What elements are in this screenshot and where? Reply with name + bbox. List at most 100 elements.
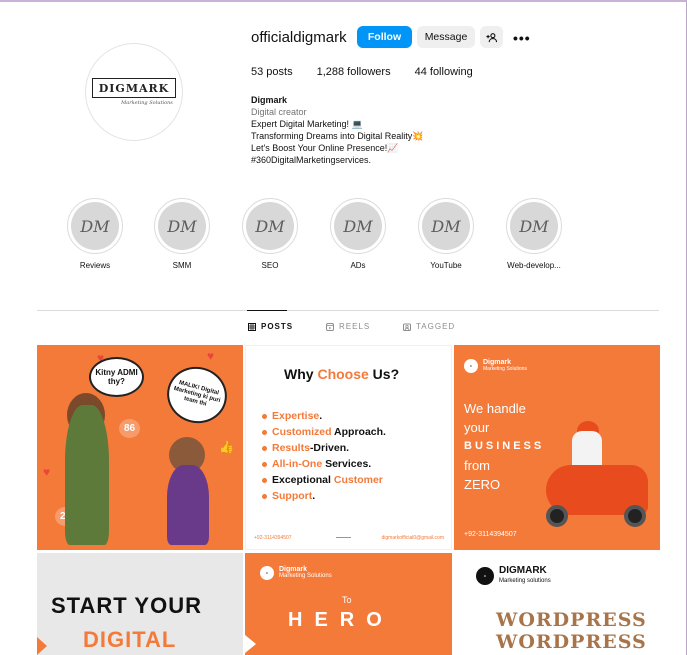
brand-text: DIGMARK Marketing solutions bbox=[499, 566, 551, 586]
brand-logo: D bbox=[260, 566, 274, 580]
post-tile[interactable]: Why Choose Us? Expertise. Customized App… bbox=[245, 345, 452, 550]
follow-button[interactable]: Follow bbox=[357, 26, 412, 48]
post-tile[interactable]: D DIGMARK Marketing solutions WORDPRESS W… bbox=[454, 553, 660, 655]
brand-name: Digmark bbox=[483, 359, 512, 366]
brand-logo: D bbox=[464, 359, 478, 373]
post-headline: START YOUR bbox=[51, 593, 202, 618]
post-subtext: To bbox=[342, 595, 352, 605]
brand-text: Digmark Marketing Solutions bbox=[483, 359, 527, 373]
highlight-mark: DM bbox=[158, 202, 206, 250]
highlight-mark: DM bbox=[71, 202, 119, 250]
footer-divider bbox=[336, 537, 351, 538]
post-tile[interactable]: START YOUR DIGITAL bbox=[37, 553, 243, 655]
item-highlight: All-in-One bbox=[272, 458, 323, 470]
bio-hashtag[interactable]: #360DigitalMarketingservices. bbox=[251, 154, 423, 166]
tab-tagged-label: TAGGED bbox=[416, 322, 456, 331]
post-headline: DIGITAL bbox=[83, 627, 177, 652]
list-item: Exceptional Customer bbox=[262, 472, 386, 488]
item-text: -Driven. bbox=[309, 442, 350, 454]
bio-category: Digital creator bbox=[251, 107, 307, 117]
tagged-icon bbox=[403, 323, 411, 331]
options-icon[interactable]: ••• bbox=[513, 30, 531, 46]
highlight-cover: DM bbox=[154, 198, 210, 254]
avatar-logo: DIGMARK bbox=[91, 78, 177, 98]
brand-header: D Digmark Marketing Solutions bbox=[464, 359, 527, 373]
highlight-smm[interactable]: DM SMM bbox=[142, 198, 222, 270]
highlight-youtube[interactable]: DM YouTube bbox=[406, 198, 486, 270]
highlight-cover: DM bbox=[418, 198, 474, 254]
item-text: . bbox=[319, 410, 323, 422]
bio-line: Expert Digital Marketing! 💻 bbox=[251, 119, 363, 129]
post-headline: WORDPRESS WORDPRESS bbox=[496, 609, 647, 653]
list-item: Results-Driven. bbox=[262, 440, 386, 456]
post-tile[interactable]: D Digmark Marketing Solutions To HERO bbox=[245, 553, 452, 655]
arrow-icon bbox=[37, 637, 47, 655]
brand-name: Digmark bbox=[279, 566, 308, 573]
headline-line: your bbox=[464, 420, 490, 435]
tab-reels[interactable]: REELS bbox=[326, 322, 370, 331]
headline-line: We handle bbox=[464, 401, 526, 416]
post-headline: We handle your BUSINESS from ZERO bbox=[464, 399, 544, 494]
highlight-cover: DM bbox=[506, 198, 562, 254]
add-user-icon bbox=[486, 32, 497, 42]
post-tile[interactable]: ♥ ♥ ♥ 👍 86 25 Kitny ADMI thy? MALIK! Dig… bbox=[37, 345, 243, 550]
followers-count[interactable]: 1,288 followers bbox=[317, 66, 391, 78]
highlight-cover: DM bbox=[330, 198, 386, 254]
headline-line: ZERO bbox=[464, 477, 501, 492]
profile-bio: Digmark Digital creator Expert Digital M… bbox=[251, 94, 423, 166]
headline-line: BUSINESS bbox=[464, 440, 545, 452]
tab-posts-label: POSTS bbox=[261, 322, 294, 331]
following-count[interactable]: 44 following bbox=[415, 66, 473, 78]
highlight-label: Web-develop... bbox=[507, 261, 561, 270]
speech-bubble: Kitny ADMI thy? bbox=[89, 357, 144, 397]
highlight-cover: DM bbox=[242, 198, 298, 254]
tab-posts[interactable]: POSTS bbox=[248, 322, 293, 331]
reasons-list: Expertise. Customized Approach. Results-… bbox=[262, 408, 386, 504]
highlight-mark: DM bbox=[334, 202, 382, 250]
post-footer: +92-3114394507 digmarkofficial0@gmail.co… bbox=[254, 535, 444, 541]
bio-name: Digmark bbox=[251, 95, 288, 105]
like-icon: 👍 bbox=[219, 440, 234, 454]
item-text: Approach. bbox=[331, 426, 386, 438]
brand-name: DIGMARK bbox=[499, 565, 547, 576]
character-right bbox=[167, 465, 209, 545]
suggest-user-button[interactable] bbox=[480, 26, 503, 48]
highlight-ads[interactable]: DM ADs bbox=[318, 198, 398, 270]
tabs-divider bbox=[37, 310, 659, 311]
highlight-label: ADs bbox=[350, 261, 366, 270]
highlight-seo[interactable]: DM SEO bbox=[230, 198, 310, 270]
highlight-label: YouTube bbox=[430, 261, 462, 270]
item-highlight: Customer bbox=[333, 474, 383, 486]
headline-line: from bbox=[464, 458, 490, 473]
list-item: Customized Approach. bbox=[262, 424, 386, 440]
grid-icon bbox=[248, 322, 256, 331]
highlight-cover: DM bbox=[67, 198, 123, 254]
headline-line: WORDPRESS bbox=[496, 609, 647, 631]
profile-stats: 53 posts 1,288 followers 44 following bbox=[251, 66, 497, 78]
scooter-wheel bbox=[624, 505, 646, 527]
heart-icon: ♥ bbox=[207, 349, 215, 363]
active-tab-indicator bbox=[247, 310, 287, 311]
highlight-web-development[interactable]: DM Web-develop... bbox=[494, 198, 574, 270]
title-highlight: Choose bbox=[317, 366, 369, 382]
heart-icon: ♥ bbox=[43, 465, 51, 479]
count-badge: 86 bbox=[119, 419, 141, 438]
highlight-reviews[interactable]: DM Reviews bbox=[55, 198, 135, 270]
character-left bbox=[65, 405, 109, 545]
tab-tagged[interactable]: TAGGED bbox=[403, 322, 455, 331]
headline-line: WORDPRESS bbox=[496, 631, 647, 653]
message-button[interactable]: Message bbox=[417, 26, 475, 48]
highlight-label: SMM bbox=[172, 261, 192, 270]
highlight-label: Reviews bbox=[79, 261, 111, 270]
profile-avatar[interactable]: DIGMARK Marketing Solutions bbox=[85, 43, 183, 141]
highlight-mark: DM bbox=[422, 202, 470, 250]
phone-text: +92-3114394507 bbox=[464, 531, 517, 538]
post-tile[interactable]: D Digmark Marketing Solutions We handle y… bbox=[454, 345, 660, 550]
highlight-mark: DM bbox=[510, 202, 558, 250]
item-highlight: Customized bbox=[272, 426, 332, 438]
title-part: Why bbox=[284, 366, 318, 382]
posts-count: 53 posts bbox=[251, 66, 293, 78]
item-text: . bbox=[312, 490, 316, 502]
item-highlight: Expertise bbox=[272, 410, 320, 422]
title-part: Us? bbox=[368, 366, 400, 382]
